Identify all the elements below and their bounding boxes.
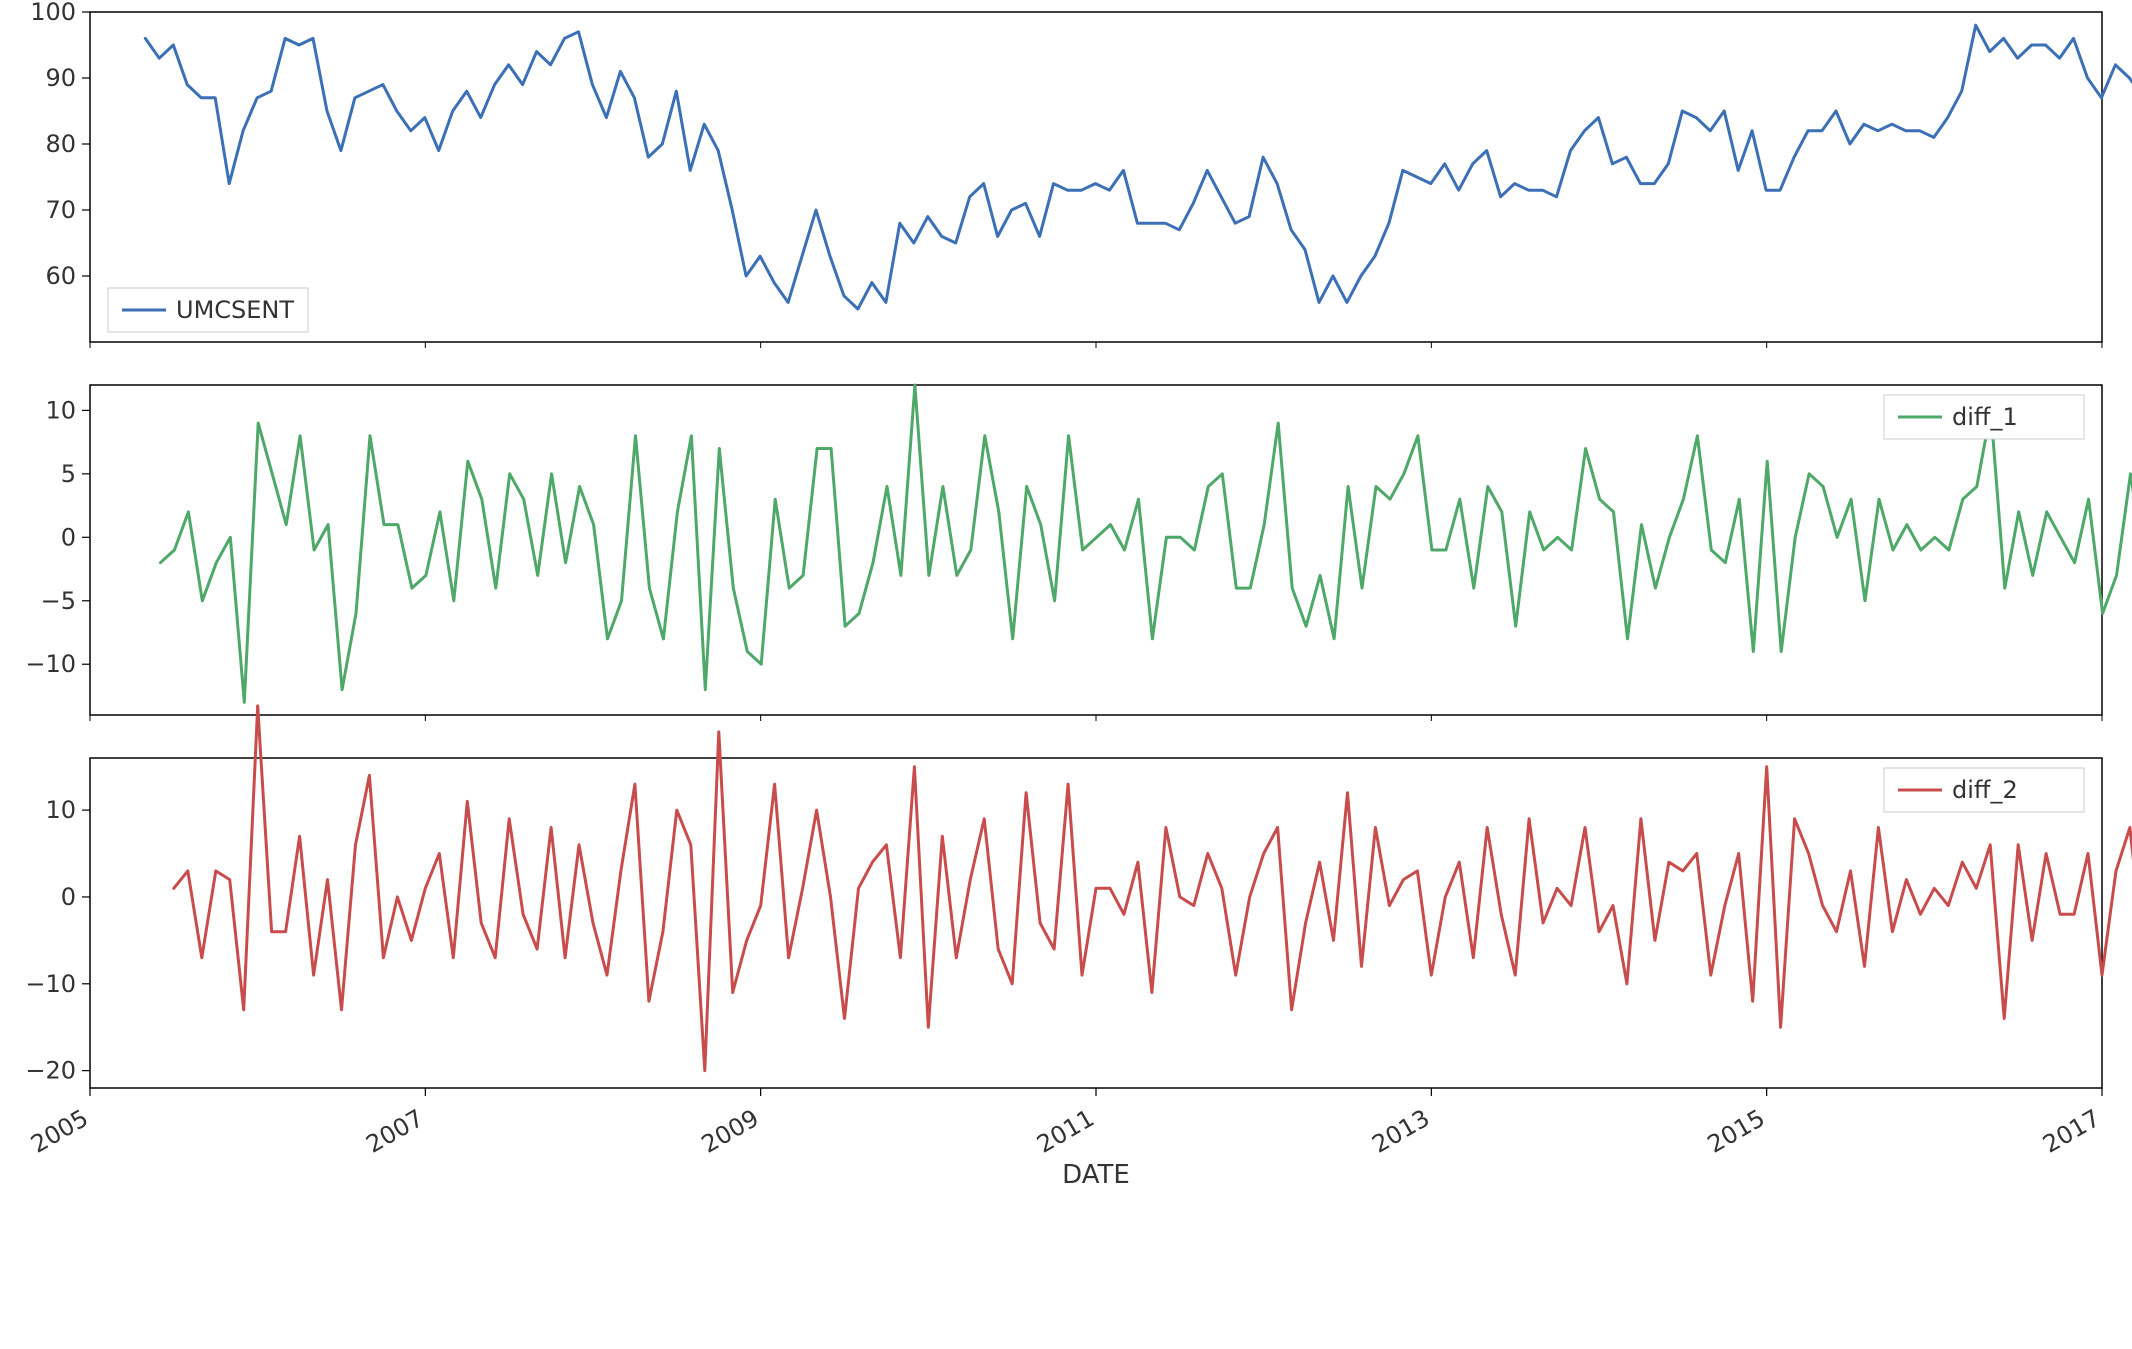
x-tick-label: 2011: [1032, 1104, 1099, 1159]
axes-frame: [90, 385, 2102, 715]
x-axis-label: DATE: [1062, 1160, 1130, 1190]
y-tick-label: 60: [45, 262, 76, 290]
y-tick-label: 100: [30, 0, 76, 26]
axes-frame: [90, 12, 2102, 342]
legend-label: UMCSENT: [176, 296, 294, 324]
legend: UMCSENT: [108, 288, 308, 332]
subplot-2: −20 −10 0 10 2005 2007 2009 2011 2013 2015 2017 DAT…: [25, 706, 2132, 1190]
subplot-1: −10 −5 0 5 10 diff_1: [25, 385, 2132, 721]
series-line-diff_2: [174, 706, 2132, 1071]
x-tick-label: 2009: [697, 1104, 764, 1159]
x-tick-label: 2013: [1367, 1104, 1434, 1159]
chart-svg: 60 70 80 90 100 UMCSENT −10 −5 0 5 10 diff_1 −20 −10 0…: [0, 0, 2132, 1349]
y-tick-label: 80: [45, 130, 76, 158]
y-tick-label: 10: [45, 396, 76, 424]
y-tick-label: 5: [61, 460, 76, 488]
subplot-0: 60 70 80 90 100 UMCSENT: [30, 0, 2132, 348]
y-tick-label: 10: [45, 796, 76, 824]
y-tick-label: −10: [25, 650, 76, 678]
series-line-diff_1: [160, 385, 2132, 702]
x-tick-label: 2017: [2038, 1104, 2105, 1159]
y-tick-label: 90: [45, 64, 76, 92]
x-tick-label: 2007: [361, 1104, 428, 1159]
legend-label: diff_2: [1952, 776, 2018, 804]
legend-label: diff_1: [1952, 403, 2018, 431]
series-line-UMCSENT: [145, 25, 2132, 309]
y-tick-label: −20: [25, 1057, 76, 1085]
figure: 60 70 80 90 100 UMCSENT −10 −5 0 5 10 diff_1 −20 −10 0…: [0, 0, 2132, 1349]
x-tick-label: 2015: [1703, 1104, 1770, 1159]
y-tick-label: 0: [61, 883, 76, 911]
legend: diff_2: [1884, 768, 2084, 812]
x-tick-label: 2005: [26, 1104, 93, 1159]
y-tick-label: −5: [41, 587, 76, 615]
y-tick-label: −10: [25, 970, 76, 998]
y-tick-label: 0: [61, 523, 76, 551]
y-tick-label: 70: [45, 196, 76, 224]
legend: diff_1: [1884, 395, 2084, 439]
